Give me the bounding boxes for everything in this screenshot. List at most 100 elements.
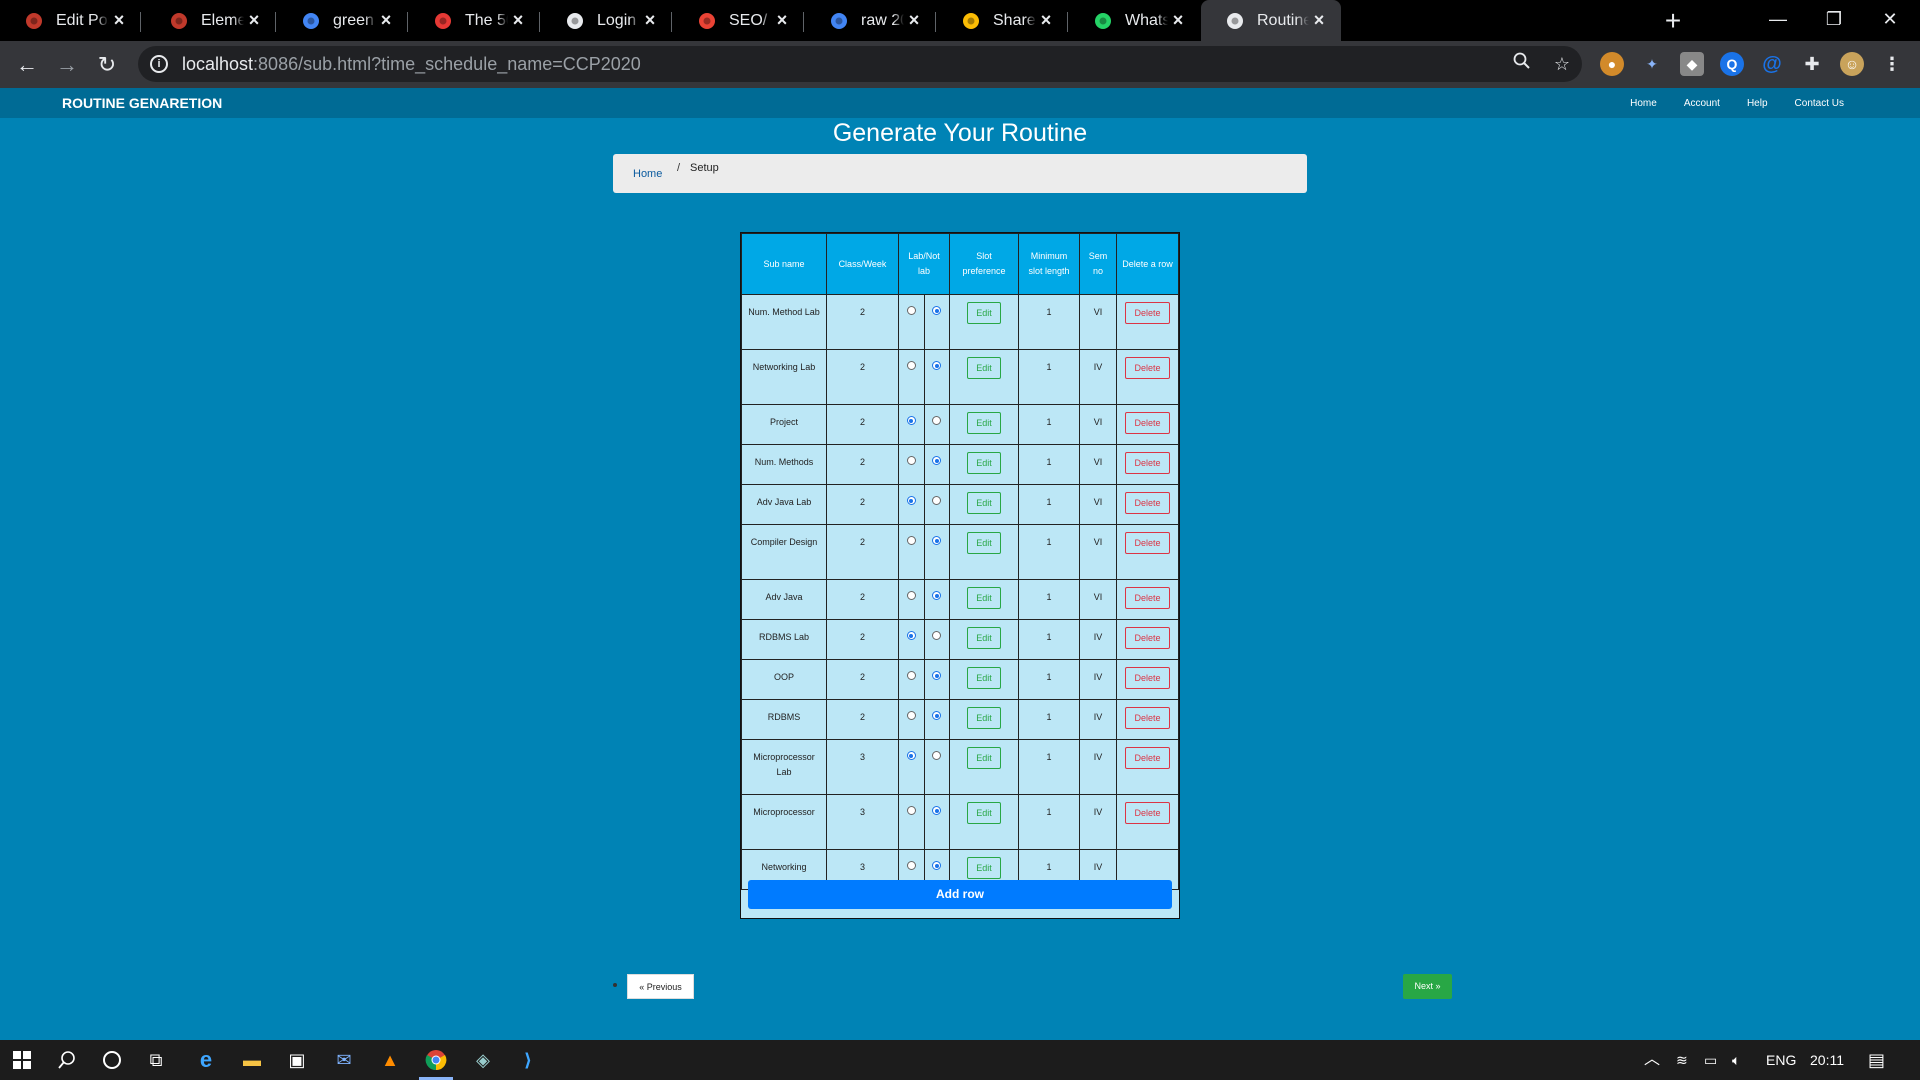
delete-button[interactable]: Delete xyxy=(1125,302,1170,324)
edit-button[interactable]: Edit xyxy=(967,667,1001,689)
bookmark-star-icon[interactable]: ☆ xyxy=(1549,51,1575,77)
lab-radio-cell[interactable] xyxy=(898,579,925,620)
not-lab-radio-cell[interactable] xyxy=(923,404,950,445)
close-tab-icon[interactable]: × xyxy=(508,10,528,31)
reload-icon[interactable]: ↻ xyxy=(92,50,122,80)
delete-button[interactable]: Delete xyxy=(1125,747,1170,769)
battery-icon[interactable]: ▭ xyxy=(1704,1040,1717,1080)
delete-button[interactable]: Delete xyxy=(1125,357,1170,379)
browser-tab[interactable]: Shared with× xyxy=(937,0,1068,41)
delete-button[interactable]: Delete xyxy=(1125,802,1170,824)
lab-radio-cell[interactable] xyxy=(898,524,925,580)
browser-tab[interactable]: Edit Post ‹ Tc× xyxy=(0,0,141,41)
new-tab-button[interactable]: + xyxy=(1656,4,1690,38)
lab-radio-cell[interactable] xyxy=(898,294,925,350)
brand-title[interactable]: ROUTINE GENARETION xyxy=(62,95,222,111)
not-lab-radio-cell[interactable] xyxy=(923,619,950,660)
not-lab-radio-cell[interactable] xyxy=(923,794,950,850)
edit-button[interactable]: Edit xyxy=(967,627,1001,649)
nav-home[interactable]: Home xyxy=(1630,98,1657,109)
not-lab-radio[interactable] xyxy=(932,536,942,545)
lab-radio[interactable] xyxy=(906,861,916,870)
store-icon[interactable]: ▣ xyxy=(285,1048,309,1072)
browser-tab[interactable]: Routine Gen× xyxy=(1201,0,1341,41)
delete-button[interactable]: Delete xyxy=(1125,627,1170,649)
not-lab-radio-cell[interactable] xyxy=(923,699,950,740)
lab-radio[interactable] xyxy=(906,751,916,760)
lab-radio[interactable] xyxy=(906,711,916,720)
edit-button[interactable]: Edit xyxy=(967,452,1001,474)
not-lab-radio[interactable] xyxy=(932,306,942,315)
nav-help[interactable]: Help xyxy=(1747,98,1768,109)
browser-tab[interactable]: SEO/ Propos× xyxy=(673,0,804,41)
lab-radio[interactable] xyxy=(906,416,916,425)
edit-button[interactable]: Edit xyxy=(967,302,1001,324)
lab-radio-cell[interactable] xyxy=(898,404,925,445)
search-extension-icon[interactable]: Q xyxy=(1720,52,1744,76)
not-lab-radio[interactable] xyxy=(932,496,942,505)
lab-radio-cell[interactable] xyxy=(898,739,925,795)
lab-radio[interactable] xyxy=(906,671,916,680)
not-lab-radio[interactable] xyxy=(932,416,942,425)
windows-start-icon[interactable] xyxy=(10,1048,34,1072)
task-view-icon[interactable]: ⧉ xyxy=(144,1048,168,1072)
breadcrumb-home-link[interactable]: Home xyxy=(633,168,662,180)
next-button[interactable]: Next » xyxy=(1403,974,1452,999)
menu-kebab-icon[interactable]: ⋮ xyxy=(1880,52,1904,76)
not-lab-radio-cell[interactable] xyxy=(923,524,950,580)
wifi-icon[interactable]: ≋ xyxy=(1676,1040,1688,1080)
close-window-button[interactable]: ✕ xyxy=(1860,0,1920,41)
pin-extension-icon[interactable]: ✦ xyxy=(1640,52,1664,76)
edit-button[interactable]: Edit xyxy=(967,857,1001,879)
not-lab-radio-cell[interactable] xyxy=(923,659,950,700)
browser-tab[interactable]: Login Page× xyxy=(541,0,672,41)
nav-account[interactable]: Account xyxy=(1684,98,1720,109)
close-tab-icon[interactable]: × xyxy=(1168,10,1188,31)
edit-button[interactable]: Edit xyxy=(967,357,1001,379)
volume-icon[interactable]: 🔈︎ xyxy=(1732,1040,1740,1080)
address-bar[interactable]: i localhost:8086/sub.html?time_schedule_… xyxy=(138,46,1582,82)
delete-button[interactable]: Delete xyxy=(1125,587,1170,609)
not-lab-radio-cell[interactable] xyxy=(923,484,950,525)
close-tab-icon[interactable]: × xyxy=(772,10,792,31)
edit-button[interactable]: Edit xyxy=(967,412,1001,434)
previous-button[interactable]: « Previous xyxy=(627,974,694,999)
not-lab-radio-cell[interactable] xyxy=(923,349,950,405)
delete-button[interactable]: Delete xyxy=(1125,667,1170,689)
not-lab-radio[interactable] xyxy=(932,631,942,640)
lab-radio[interactable] xyxy=(906,631,916,640)
browser-tab[interactable]: WhatsApp× xyxy=(1069,0,1200,41)
close-tab-icon[interactable]: × xyxy=(376,10,396,31)
cookie-extension-icon[interactable]: ● xyxy=(1600,52,1624,76)
not-lab-radio[interactable] xyxy=(932,591,942,600)
profile-avatar[interactable]: ☺ xyxy=(1840,52,1864,76)
app-icon[interactable]: ◈ xyxy=(471,1048,495,1072)
edit-button[interactable]: Edit xyxy=(967,587,1001,609)
not-lab-radio[interactable] xyxy=(932,806,942,815)
not-lab-radio[interactable] xyxy=(932,671,942,680)
edge-icon[interactable]: e xyxy=(194,1047,218,1072)
close-tab-icon[interactable]: × xyxy=(109,10,129,31)
mail-icon[interactable]: ✉ xyxy=(332,1048,356,1072)
not-lab-radio-cell[interactable] xyxy=(923,294,950,350)
lab-radio-cell[interactable] xyxy=(898,484,925,525)
browser-tab[interactable]: The 50 Best× xyxy=(409,0,540,41)
edit-button[interactable]: Edit xyxy=(967,747,1001,769)
lab-radio-cell[interactable] xyxy=(898,349,925,405)
zoom-icon[interactable] xyxy=(1509,51,1535,77)
file-explorer-icon[interactable]: ▬ xyxy=(240,1048,264,1072)
lab-radio[interactable] xyxy=(906,536,916,545)
edit-button[interactable]: Edit xyxy=(967,532,1001,554)
add-row-button[interactable]: Add row xyxy=(748,880,1172,909)
chrome-icon[interactable] xyxy=(424,1048,448,1072)
extension-box-icon[interactable]: ◆ xyxy=(1680,52,1704,76)
vlc-icon[interactable]: ▲ xyxy=(378,1048,402,1072)
browser-tab[interactable]: Elementor | × xyxy=(145,0,276,41)
lab-radio[interactable] xyxy=(906,306,916,315)
clock[interactable]: 20:11 xyxy=(1810,1040,1844,1080)
lab-radio[interactable] xyxy=(906,456,916,465)
not-lab-radio[interactable] xyxy=(932,861,942,870)
delete-button[interactable]: Delete xyxy=(1125,452,1170,474)
not-lab-radio[interactable] xyxy=(932,361,942,370)
lab-radio[interactable] xyxy=(906,591,916,600)
